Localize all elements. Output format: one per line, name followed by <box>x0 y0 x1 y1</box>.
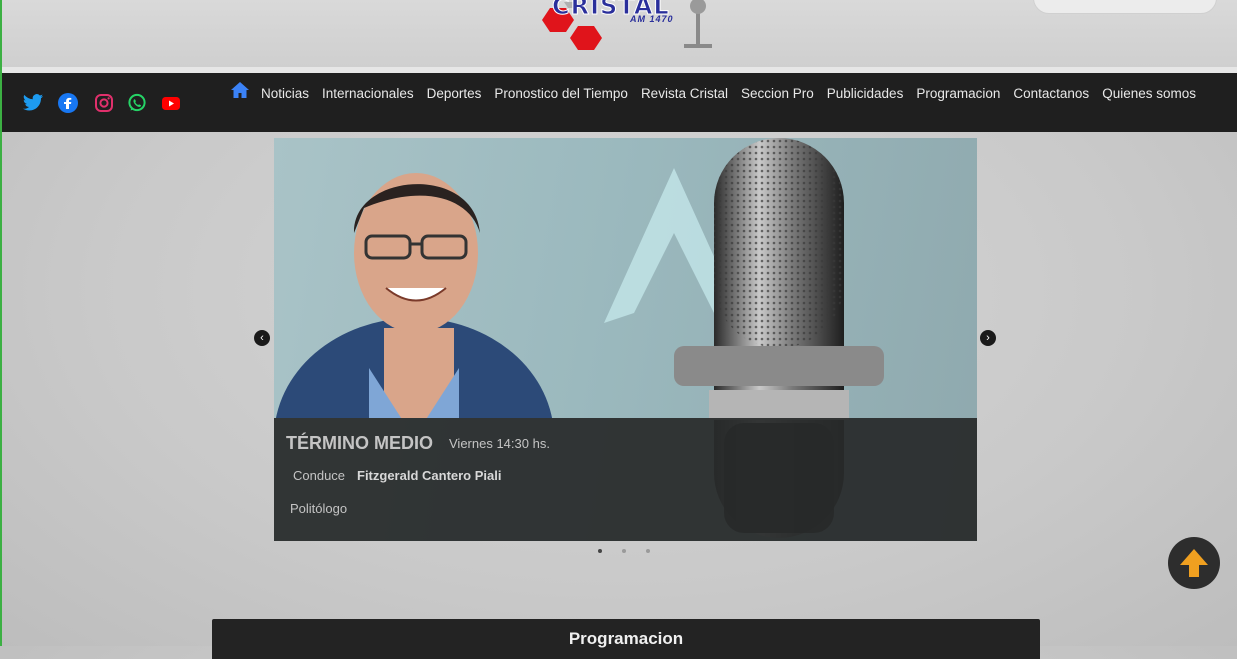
logo-subtext: AM 1470 <box>630 14 674 24</box>
carousel-indicators <box>598 549 650 553</box>
nav-publicidades[interactable]: Publicidades <box>827 86 904 101</box>
nav-revista-cristal[interactable]: Revista Cristal <box>641 86 728 101</box>
program-title: TÉRMINO MEDIO <box>286 433 433 453</box>
host-role: Politólogo <box>290 501 348 516</box>
carousel-dot[interactable] <box>622 549 626 553</box>
nav-pronostico-del-tiempo[interactable]: Pronostico del Tiempo <box>494 86 628 101</box>
program-time: Viernes 14:30 hs. <box>449 436 550 451</box>
twitter-icon[interactable] <box>22 93 44 113</box>
facebook-icon[interactable] <box>58 93 80 113</box>
instagram-icon[interactable] <box>94 93 116 113</box>
main-navbar: Noticias Internacionales Deportes Pronos… <box>2 73 1237 132</box>
carousel-dot[interactable] <box>598 549 602 553</box>
youtube-icon[interactable] <box>161 93 183 113</box>
carousel-dot[interactable] <box>646 549 650 553</box>
chevron-right-icon[interactable]: › <box>980 330 996 346</box>
nav-programacion[interactable]: Programacion <box>916 86 1000 101</box>
site-logo[interactable]: CRISTAL AM 1470 <box>538 0 718 55</box>
arrow-up-icon <box>1180 549 1208 577</box>
nav-seccion-pro[interactable]: Seccion Pro <box>741 86 814 101</box>
chevron-left-icon[interactable]: ‹ <box>254 330 270 346</box>
scroll-to-top-button[interactable] <box>1168 537 1220 589</box>
nav-quienes-somos[interactable]: Quienes somos <box>1102 86 1196 101</box>
host-name: Fitzgerald Cantero Piali <box>357 468 502 483</box>
programacion-section-header: Programacion <box>212 619 1040 659</box>
whatsapp-icon[interactable] <box>127 93 149 113</box>
nav-deportes[interactable]: Deportes <box>427 86 482 101</box>
slide-caption: TÉRMINO MEDIO Viernes 14:30 hs. Conduce … <box>274 418 977 541</box>
header-search-box[interactable] <box>1033 0 1217 14</box>
nav-internacionales[interactable]: Internacionales <box>322 86 414 101</box>
section-title: Programacion <box>568 629 684 648</box>
host-label: Conduce <box>293 468 346 483</box>
main-menu: Noticias Internacionales Deportes Pronos… <box>230 82 1209 101</box>
nav-contactanos[interactable]: Contactanos <box>1013 86 1089 101</box>
home-icon[interactable] <box>230 81 250 101</box>
nav-noticias[interactable]: Noticias <box>261 86 309 101</box>
program-carousel[interactable]: TÉRMINO MEDIO Viernes 14:30 hs. Conduce … <box>274 138 977 541</box>
